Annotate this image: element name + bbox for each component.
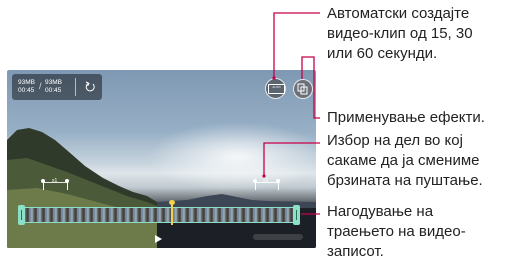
callout-duration-line-2: траењето на видео- [327,223,466,240]
callout-auto-line-3: или 60 секунди. [327,45,438,62]
callout-auto: Автоматски создајте видео-клип од 15, 30… [327,4,473,64]
callout-duration: Нагодување на траењето на видео- записот… [327,202,466,262]
callout-auto-line-2: видео-клип од 15, 30 [327,25,473,42]
callout-effects: Применување ефекти. [327,108,485,128]
callout-effects-line-1: Применување ефекти. [327,109,485,126]
help-illustration: 93MB 00:45 / 93MB 00:45 AUTO x1 x1 Автом… [0,0,517,267]
callout-speed-line-3: брзината на пуштање. [327,172,483,189]
callout-speed: Избор на дел во кој сакаме да ја смениме… [327,131,483,191]
callout-auto-line-1: Автоматски создајте [327,5,470,22]
callout-duration-line-3: записот. [327,243,384,260]
callout-speed-line-2: сакаме да ја смениме [327,152,480,169]
callout-duration-line-1: Нагодување на [327,203,434,220]
callout-speed-line-1: Избор на дел во кој [327,132,463,149]
